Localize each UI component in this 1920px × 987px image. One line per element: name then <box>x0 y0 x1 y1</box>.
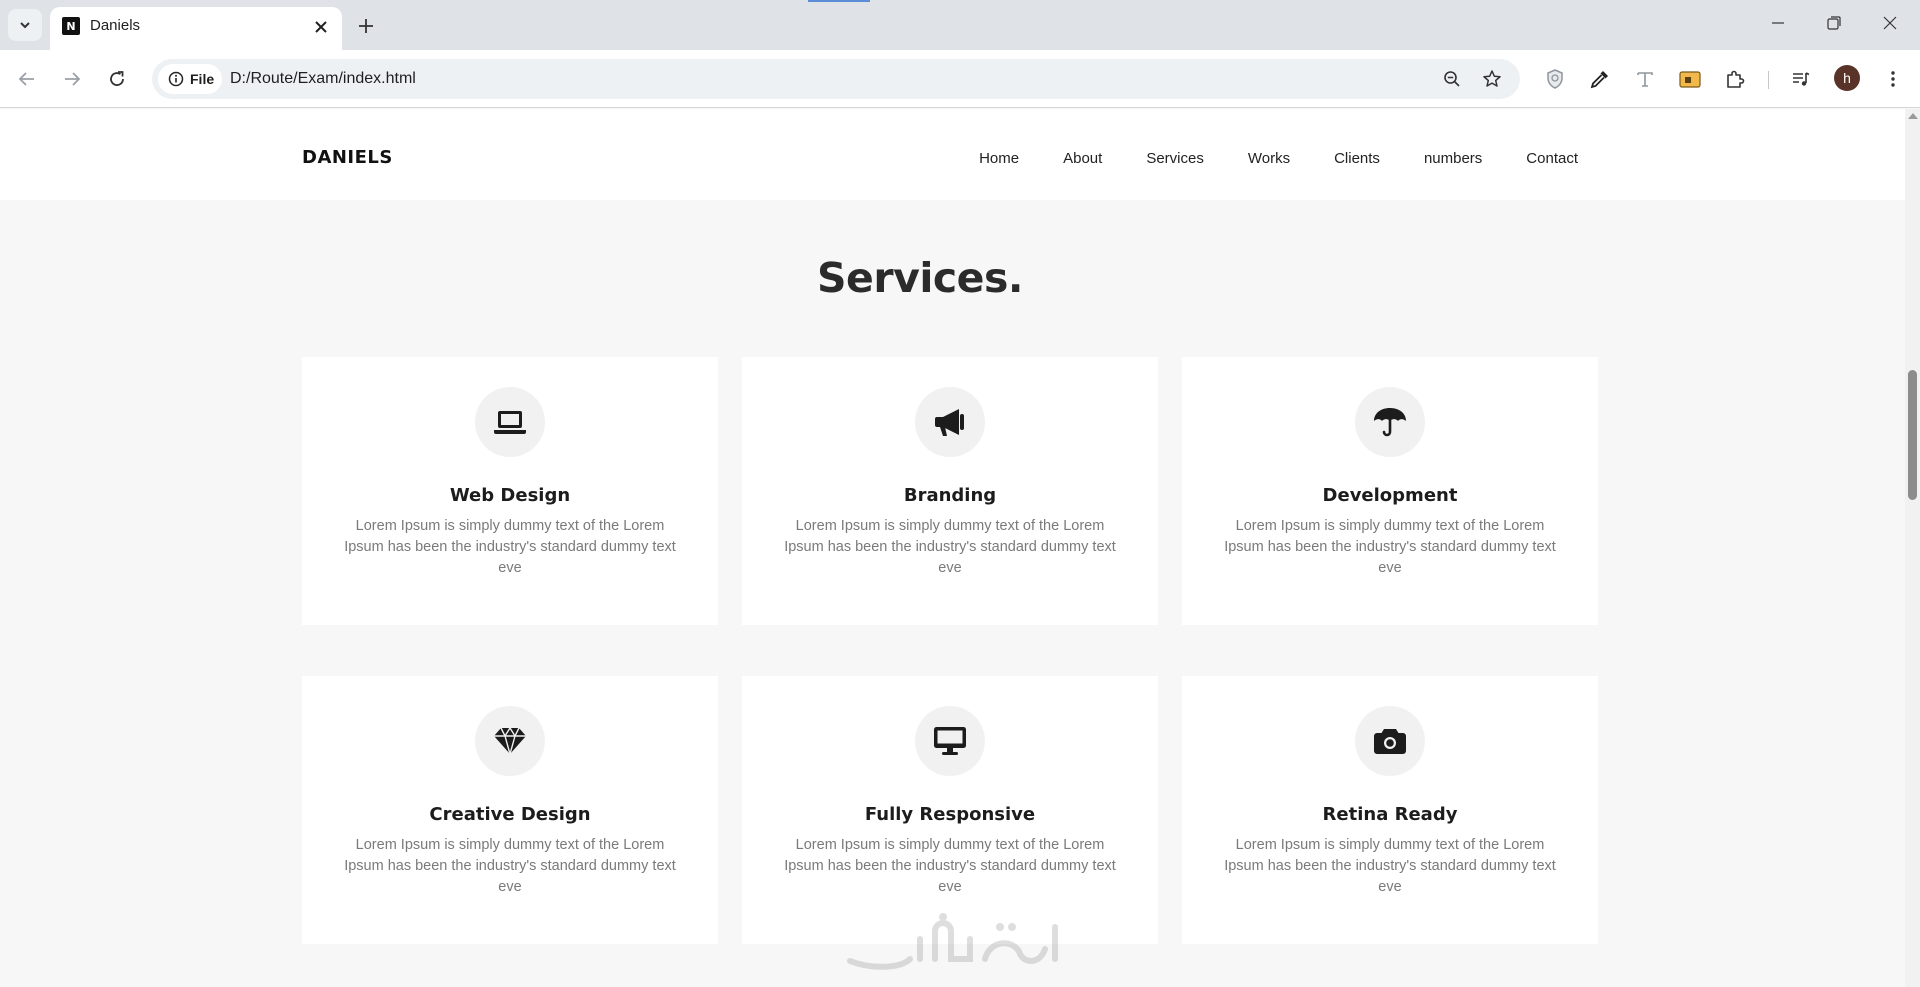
restore-icon <box>1827 16 1841 30</box>
forward-button[interactable] <box>55 62 89 96</box>
service-description: Lorem Ipsum is simply dummy text of the … <box>1224 837 1556 895</box>
playlist-music-icon <box>1793 72 1810 86</box>
close-icon <box>315 21 327 33</box>
text-tool-icon <box>1637 72 1653 87</box>
service-description: Lorem Ipsum is simply dummy text of the … <box>784 837 1116 895</box>
toolbar-divider <box>1768 71 1769 89</box>
scroll-up-arrow-icon[interactable] <box>1908 113 1918 119</box>
service-description: Lorem Ipsum is simply dummy text of the … <box>344 518 676 576</box>
service-title: Creative Design <box>429 804 591 825</box>
eyedropper-icon <box>1590 71 1608 89</box>
nav-link-services[interactable]: Services <box>1146 149 1204 169</box>
service-icon-circle <box>1355 387 1425 457</box>
service-title: Branding <box>903 485 997 506</box>
service-card: Branding Lorem Ipsum is simply dummy tex… <box>742 357 1158 625</box>
zoom-out-icon <box>1444 71 1460 87</box>
reload-button[interactable] <box>100 62 134 96</box>
bookmark-button[interactable] <box>1479 66 1505 92</box>
nav-link-contact[interactable]: Contact <box>1526 149 1578 169</box>
site-brand-logo[interactable]: DANIELS <box>302 147 393 168</box>
minimize-window-button[interactable] <box>1750 0 1806 46</box>
service-card: Creative Design Lorem Ipsum is simply du… <box>302 676 718 944</box>
extensions-button[interactable] <box>1721 65 1749 93</box>
back-button[interactable] <box>10 62 44 96</box>
nav-link-home[interactable]: Home <box>979 149 1019 169</box>
service-icon-circle <box>475 706 545 776</box>
service-icon-circle <box>915 706 985 776</box>
chevron-down-icon <box>20 22 30 29</box>
extension-shield[interactable] <box>1541 65 1569 93</box>
service-title: Development <box>1322 485 1458 506</box>
page-scrollbar[interactable] <box>1905 109 1920 987</box>
gem-icon <box>494 726 526 756</box>
umbrella-icon <box>1374 408 1406 437</box>
site-navbar: DANIELS Home About Services Works Client… <box>0 109 1905 200</box>
service-card: Web Design Lorem Ipsum is simply dummy t… <box>302 357 718 625</box>
nav-link-about[interactable]: About <box>1063 149 1102 169</box>
service-card: Development Lorem Ipsum is simply dummy … <box>1182 357 1598 625</box>
service-icon-circle <box>915 387 985 457</box>
extension-eyedropper[interactable] <box>1586 65 1614 93</box>
bullhorn-icon <box>935 409 964 436</box>
site-nav-links: Home About Services Works Clients number… <box>935 149 1578 169</box>
shield-icon <box>1547 69 1563 89</box>
service-icon-circle <box>1355 706 1425 776</box>
folder-icon <box>1679 71 1701 88</box>
page-viewport: DANIELS Home About Services Works Client… <box>0 109 1905 987</box>
site-favicon-icon: N <box>62 17 80 35</box>
address-bar[interactable]: File D:/Route/Exam/index.html <box>152 59 1520 99</box>
browser-menu-button[interactable] <box>1879 65 1907 93</box>
puzzle-icon <box>1727 70 1745 88</box>
arrow-right-icon <box>65 72 81 86</box>
site-info-chip[interactable]: File <box>158 64 222 94</box>
more-vertical-icon <box>1891 71 1895 87</box>
scrollbar-thumb[interactable] <box>1908 370 1917 500</box>
browser-tab-active[interactable]: N Daniels <box>50 7 342 50</box>
tab-loading-indicator <box>808 0 870 2</box>
service-icon-circle <box>475 387 545 457</box>
service-title: Web Design <box>449 485 571 506</box>
service-title: Retina Ready <box>1322 804 1458 825</box>
camera-icon <box>1374 729 1406 754</box>
restore-window-button[interactable] <box>1806 0 1862 46</box>
zoom-button[interactable] <box>1439 66 1465 92</box>
close-tab-button[interactable] <box>310 16 332 38</box>
service-card: Fully Responsive Lorem Ipsum is simply d… <box>742 676 1158 944</box>
service-description: Lorem Ipsum is simply dummy text of the … <box>784 518 1116 576</box>
extension-folder[interactable] <box>1676 65 1704 93</box>
browser-tab-strip: N Daniels <box>0 0 1920 50</box>
tab-title: Daniels <box>90 17 141 34</box>
nav-link-numbers[interactable]: numbers <box>1424 149 1482 169</box>
media-controls-button[interactable] <box>1787 65 1815 93</box>
plus-icon <box>359 19 373 33</box>
browser-toolbar: File D:/Route/Exam/index.html h <box>0 50 1920 108</box>
close-window-button[interactable] <box>1862 0 1918 46</box>
info-icon <box>168 71 184 87</box>
extension-text[interactable] <box>1631 65 1659 93</box>
laptop-icon <box>494 411 526 434</box>
watermark-logo <box>847 913 1058 970</box>
service-card: Retina Ready Lorem Ipsum is simply dummy… <box>1182 676 1598 944</box>
services-section-title: Services. <box>817 254 1023 302</box>
profile-avatar[interactable]: h <box>1834 65 1860 91</box>
nav-link-clients[interactable]: Clients <box>1334 149 1380 169</box>
service-description: Lorem Ipsum is simply dummy text of the … <box>344 837 676 895</box>
nav-link-works[interactable]: Works <box>1248 149 1290 169</box>
service-description: Lorem Ipsum is simply dummy text of the … <box>1224 518 1556 576</box>
minimize-icon <box>1772 22 1784 24</box>
site-chip-label: File <box>190 71 215 87</box>
arrow-left-icon <box>18 72 34 86</box>
close-icon <box>1883 16 1897 30</box>
url-text[interactable]: D:/Route/Exam/index.html <box>230 69 416 89</box>
service-title: Fully Responsive <box>864 804 1036 825</box>
star-icon <box>1483 70 1501 87</box>
desktop-icon <box>934 727 966 755</box>
new-tab-button[interactable] <box>352 12 380 40</box>
tab-search-button[interactable] <box>8 9 42 41</box>
reload-icon <box>110 71 124 86</box>
